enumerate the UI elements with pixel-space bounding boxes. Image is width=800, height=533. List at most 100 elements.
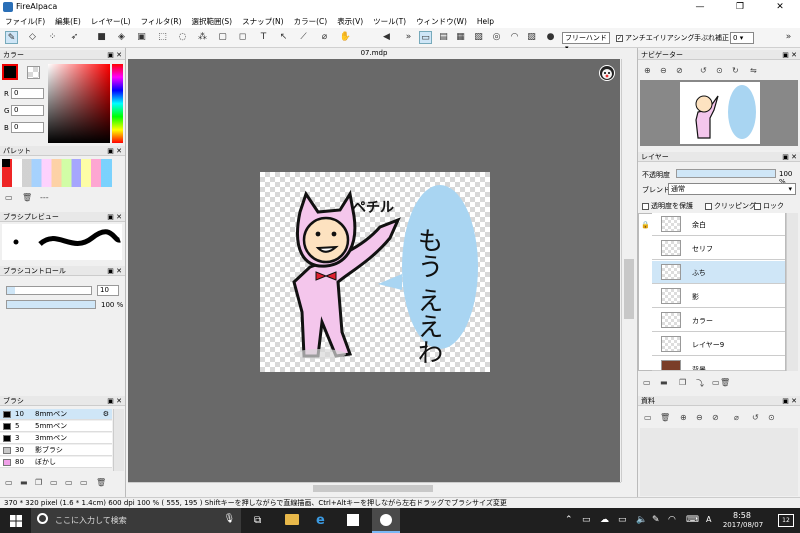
canvas-vertical-scrollbar[interactable] bbox=[621, 59, 636, 482]
tray-network-icon[interactable]: ▭ bbox=[618, 515, 627, 525]
minimize-button[interactable]: — bbox=[680, 0, 720, 15]
protect-alpha-checkbox[interactable] bbox=[642, 202, 649, 210]
clear-layer-icon[interactable]: ▭ bbox=[712, 378, 720, 387]
file-explorer-icon[interactable] bbox=[285, 514, 299, 525]
store-icon[interactable] bbox=[347, 514, 359, 526]
menu-tool[interactable]: ツール(T) bbox=[368, 15, 411, 28]
rotate-right-icon[interactable]: ↻ bbox=[732, 66, 739, 75]
canvas-horizontal-scrollbar[interactable] bbox=[128, 482, 621, 493]
material-zoom-fit-icon[interactable]: ⊘ bbox=[712, 413, 719, 422]
delete-layer-icon[interactable]: 🗑 bbox=[720, 378, 730, 387]
menu-snap[interactable]: スナップ(N) bbox=[237, 15, 288, 28]
brush-size-slider[interactable] bbox=[6, 286, 92, 295]
pen-tool-icon[interactable]: ✎ bbox=[5, 31, 18, 44]
document-tab[interactable]: 07.mdp bbox=[128, 48, 620, 59]
palette-swatch-black[interactable] bbox=[2, 159, 10, 167]
brush-item-5mm[interactable]: 5 5mmペン bbox=[0, 421, 112, 432]
stabilizer-select[interactable]: 0 ▾ bbox=[730, 32, 754, 44]
dot-tool-icon[interactable]: ⁘ bbox=[46, 31, 59, 44]
operation-tool-icon[interactable]: ↖ bbox=[277, 31, 290, 44]
navigator-preview[interactable] bbox=[640, 80, 798, 146]
pin-icon[interactable]: ▣ ✕ bbox=[782, 50, 797, 60]
r-input[interactable]: 0 bbox=[11, 88, 44, 99]
rotate-reset-icon[interactable]: ⊙ bbox=[716, 66, 723, 75]
layer-row-layer9[interactable]: レイヤー9 bbox=[652, 333, 785, 356]
drawing-canvas[interactable]: ペチル もう ええわ bbox=[260, 172, 490, 372]
taskbar-clock-time[interactable]: 8:58 bbox=[724, 511, 760, 520]
color-picker-square[interactable] bbox=[48, 64, 110, 143]
layer-row-color[interactable]: カラー bbox=[652, 309, 785, 332]
clipping-toggle[interactable]: クリッピング bbox=[705, 201, 756, 211]
brush-opacity-slider[interactable] bbox=[6, 300, 96, 309]
menu-edit[interactable]: 編集(E) bbox=[50, 15, 86, 28]
gear-icon[interactable]: ⚙ bbox=[103, 409, 109, 420]
layer-list-scrollbar[interactable] bbox=[786, 213, 798, 371]
move-tool-icon[interactable]: ➶ bbox=[68, 31, 81, 44]
tray-volume-icon[interactable]: 🔈 bbox=[636, 515, 647, 525]
tray-pen-icon[interactable]: ✎ bbox=[652, 515, 660, 525]
eraser-tool-icon[interactable]: ◇ bbox=[26, 31, 39, 44]
layer-row-shadow[interactable]: 影 bbox=[652, 285, 785, 308]
material-zoom-out-icon[interactable]: ⊖ bbox=[696, 413, 703, 422]
g-input[interactable]: 0 bbox=[11, 105, 44, 116]
b-input[interactable]: 0 bbox=[11, 122, 44, 133]
material-delete-icon[interactable]: 🗑 bbox=[660, 413, 670, 422]
primary-color-swatch[interactable] bbox=[2, 64, 18, 80]
add-brush-icon[interactable]: ▭ bbox=[5, 478, 13, 487]
fill-rect-tool-icon[interactable]: ■ bbox=[95, 31, 108, 44]
new-folder-icon[interactable]: ▬ bbox=[660, 378, 668, 387]
material-area[interactable] bbox=[640, 428, 798, 496]
text-tool-icon[interactable]: T bbox=[257, 31, 270, 44]
snap-grid-icon[interactable]: ▦ bbox=[454, 31, 467, 44]
brush-import-icon[interactable]: ▭ bbox=[50, 478, 58, 487]
material-reset-icon[interactable]: ⊙ bbox=[768, 413, 775, 422]
rotate-left-icon[interactable]: ↺ bbox=[700, 66, 707, 75]
brush-export-icon[interactable]: ▭ bbox=[65, 478, 73, 487]
protect-alpha-toggle[interactable]: 透明度を保護 bbox=[642, 201, 693, 211]
tray-keyboard-icon[interactable]: ⌨ bbox=[686, 515, 699, 525]
material-zoom-in-icon[interactable]: ⊕ bbox=[680, 413, 687, 422]
lasso-tool-icon[interactable]: ◌ bbox=[176, 31, 189, 44]
brush-item-3mm[interactable]: 3 3mmペン bbox=[0, 433, 112, 444]
magic-wand-tool-icon[interactable]: ⁂ bbox=[196, 31, 209, 44]
toolbar-more-icon[interactable]: » bbox=[782, 31, 795, 44]
hue-slider[interactable] bbox=[112, 64, 123, 143]
taskbar-clock-date[interactable]: 2017/08/07 bbox=[716, 521, 770, 529]
pin-icon[interactable]: ▣ ✕ bbox=[107, 212, 122, 222]
brush-item-blur[interactable]: 80 ぼかし bbox=[0, 457, 112, 468]
windows-start-icon[interactable] bbox=[10, 515, 22, 527]
hand-tool-icon[interactable]: ✋ bbox=[339, 31, 352, 44]
menu-help[interactable]: Help bbox=[472, 15, 499, 28]
pin-icon[interactable]: ▣ ✕ bbox=[107, 396, 122, 406]
menu-filter[interactable]: フィルタ(R) bbox=[136, 15, 187, 28]
tray-ime-indicator[interactable]: A bbox=[706, 515, 711, 524]
brush-item-8mm[interactable]: 10 8mmペン ⚙ bbox=[0, 409, 112, 420]
taskbar-search-box[interactable]: ここに入力して検索 🎙 bbox=[31, 508, 241, 533]
tray-battery-icon[interactable]: ▭ bbox=[582, 515, 591, 525]
menu-file[interactable]: ファイル(F) bbox=[0, 15, 50, 28]
snap-curve-icon[interactable]: ◠ bbox=[508, 31, 521, 44]
zoom-out-icon[interactable]: ⊖ bbox=[660, 66, 667, 75]
menu-window[interactable]: ウィンドウ(W) bbox=[411, 15, 472, 28]
material-add-icon[interactable]: ▭ bbox=[644, 413, 652, 422]
antialias-checkbox[interactable]: ✓ bbox=[616, 34, 623, 42]
add-palette-icon[interactable]: ▭ bbox=[5, 193, 13, 202]
pin-icon[interactable]: ▣ ✕ bbox=[782, 396, 797, 406]
more-icon[interactable]: » bbox=[402, 31, 415, 44]
layer-row-fuchi[interactable]: ふち⚙ bbox=[652, 261, 797, 284]
delete-brush-icon[interactable]: 🗑 bbox=[96, 478, 106, 487]
delete-palette-icon[interactable]: 🗑 bbox=[22, 193, 32, 202]
palette-swatches[interactable] bbox=[2, 159, 112, 187]
snap-radial-icon[interactable]: ▧ bbox=[472, 31, 485, 44]
menu-view[interactable]: 表示(V) bbox=[332, 15, 368, 28]
task-view-icon[interactable]: ⧉ bbox=[254, 515, 261, 526]
select-eraser-tool-icon[interactable]: ◻ bbox=[236, 31, 249, 44]
material-rotate-icon[interactable]: ↺ bbox=[752, 413, 759, 422]
brush-size-input[interactable]: 10 bbox=[97, 285, 119, 296]
gradient-tool-icon[interactable]: ▣ bbox=[135, 31, 148, 44]
select-pen-tool-icon[interactable]: ▢ bbox=[216, 31, 229, 44]
material-eyedropper-icon[interactable]: ⌀ bbox=[734, 413, 739, 422]
bucket-tool-icon[interactable]: ◈ bbox=[115, 31, 128, 44]
layer-row-serif[interactable]: セリフ bbox=[652, 237, 785, 260]
secondary-color-swatch[interactable] bbox=[27, 66, 40, 79]
